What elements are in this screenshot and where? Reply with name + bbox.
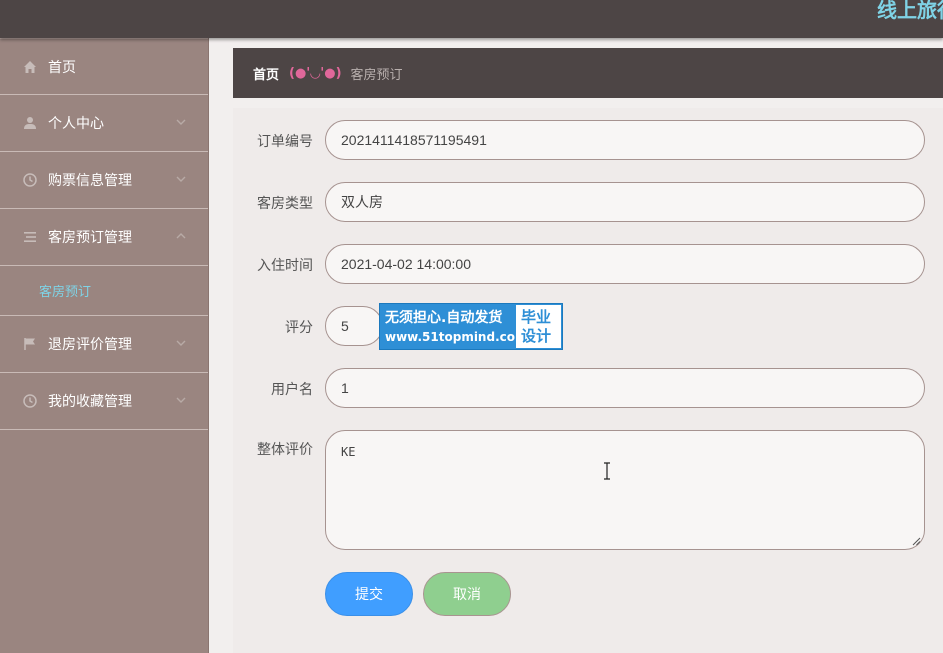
username-label: 用户名: [271, 382, 313, 398]
breadcrumb: 首页 (●'◡'●) 客房预订: [233, 48, 943, 98]
rating-input[interactable]: 5: [325, 306, 383, 346]
sidebar-item-label: 个人中心: [48, 116, 104, 132]
watermark-url: www.51topmind.com: [385, 330, 528, 344]
watermark-left: 无须担心.自动发货 www.51topmind.com: [380, 304, 528, 349]
username-input[interactable]: 1: [325, 368, 925, 408]
submit-button[interactable]: 提交: [325, 572, 413, 616]
chevron-down-icon: [176, 340, 186, 346]
booking-form: 订单编号 2021411418571195491 客房类型 双人房 入住时间 2…: [233, 108, 943, 653]
room-type-input[interactable]: 双人房: [325, 182, 925, 222]
room-type-label: 客房类型: [257, 196, 313, 212]
sidebar-item-favorites-management[interactable]: 我的收藏管理: [0, 373, 208, 430]
chevron-down-icon: [176, 176, 186, 182]
review-text: KE: [341, 445, 356, 459]
clock-icon: [22, 393, 38, 409]
sidebar: 首页 个人中心 购票信息管理 客房预订管理 客房预订 退房评价管理 我的收藏管理: [0, 38, 209, 653]
breadcrumb-current: 客房预订: [350, 67, 403, 83]
sidebar-item-home[interactable]: 首页: [0, 38, 208, 95]
top-bar: 线上旅行: [0, 0, 943, 38]
text-cursor-icon: [604, 462, 610, 480]
sidebar-item-label: 我的收藏管理: [48, 394, 132, 410]
clock-icon: [22, 172, 38, 188]
watermark-tag: 毕业 设计: [516, 305, 561, 348]
watermark-tag-line1: 毕业: [521, 308, 552, 326]
sidebar-subitem-room-booking[interactable]: 客房预订: [0, 266, 208, 316]
checkin-time-input[interactable]: 2021-04-02 14:00:00: [325, 244, 925, 284]
breadcrumb-separator: (●'◡'●): [289, 65, 342, 81]
site-title: 线上旅行: [877, 0, 943, 22]
chevron-down-icon: [176, 119, 186, 125]
sidebar-item-ticket-management[interactable]: 购票信息管理: [0, 152, 208, 209]
sidebar-item-label: 购票信息管理: [48, 173, 132, 189]
breadcrumb-home-link[interactable]: 首页: [253, 64, 279, 83]
chevron-up-icon: [176, 233, 186, 239]
order-no-input[interactable]: 2021411418571195491: [325, 120, 925, 160]
watermark-slogan: 无须担心.自动发货: [385, 310, 503, 326]
user-icon: [22, 115, 38, 131]
watermark-banner: 无须担心.自动发货 www.51topmind.com 毕业 设计: [379, 303, 563, 350]
flag-icon: [22, 336, 38, 352]
checkin-time-label: 入住时间: [257, 258, 313, 274]
cancel-button[interactable]: 取消: [423, 572, 511, 616]
review-textarea[interactable]: KE: [325, 430, 925, 550]
sidebar-item-label: 客房预订管理: [48, 230, 132, 246]
sidebar-item-label: 首页: [48, 59, 76, 76]
sidebar-item-room-booking-management[interactable]: 客房预订管理: [0, 209, 208, 266]
sidebar-item-label: 退房评价管理: [48, 337, 132, 353]
sidebar-item-checkout-review-management[interactable]: 退房评价管理: [0, 316, 208, 373]
list-icon: [22, 229, 38, 245]
chevron-down-icon: [176, 397, 186, 403]
home-icon: [22, 59, 38, 75]
order-no-label: 订单编号: [257, 134, 313, 150]
sidebar-item-personal-center[interactable]: 个人中心: [0, 95, 208, 152]
review-label: 整体评价: [257, 442, 313, 458]
resize-grip-icon[interactable]: [912, 537, 921, 546]
watermark-tag-line2: 设计: [521, 327, 552, 345]
rating-label: 评分: [285, 320, 313, 336]
